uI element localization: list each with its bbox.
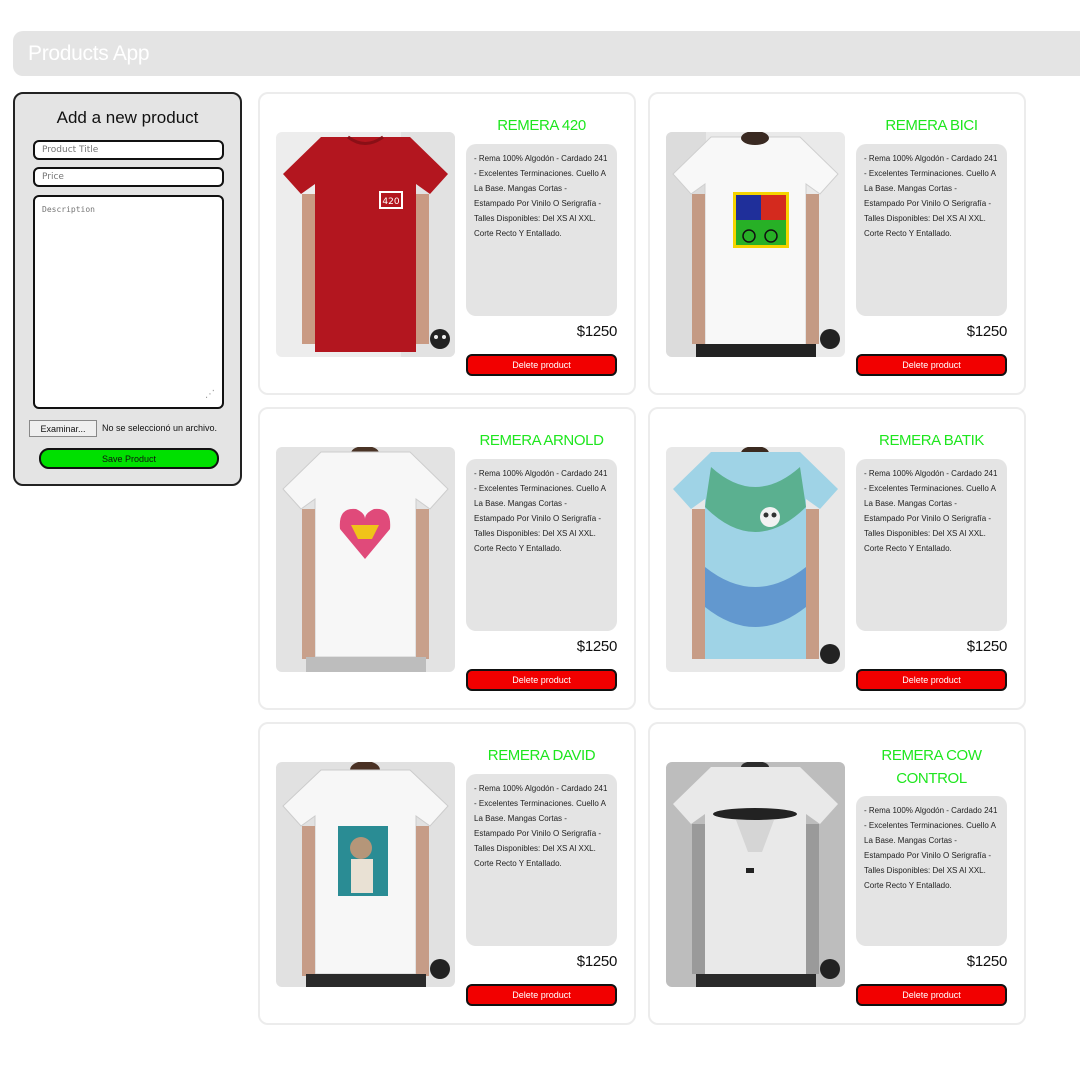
product-title: REMERA BATIK	[879, 432, 984, 449]
product-card: REMERA ARNOLD - Rema 100% Algodón - Card…	[258, 407, 636, 710]
tshirt-photo-icon	[666, 447, 845, 672]
product-price: $1250	[966, 323, 1008, 340]
add-product-form: Add a new product ⋰ Examinar... No se se…	[13, 92, 242, 486]
product-title: REMERA DAVID	[487, 747, 596, 764]
product-price: $1250	[966, 638, 1008, 655]
product-price: $1250	[576, 638, 618, 655]
delete-product-button[interactable]: Delete product	[856, 669, 1007, 691]
product-title: REMERA 420	[497, 117, 586, 134]
product-title: REMERA BICI	[885, 117, 978, 134]
product-image	[666, 132, 845, 357]
app-title: Products App	[28, 41, 150, 65]
delete-product-button[interactable]: Delete product	[466, 354, 617, 376]
tshirt-photo-icon	[666, 132, 845, 357]
price-input[interactable]	[33, 167, 224, 187]
product-title: REMERA ARNOLD	[479, 432, 604, 449]
product-card: REMERA BATIK - Rema 100% Algodón - Carda…	[648, 407, 1026, 710]
product-card: REMERA DAVID - Rema 100% Algodón - Carda…	[258, 722, 636, 1025]
product-image	[666, 762, 845, 987]
svg-text:420: 420	[382, 197, 399, 207]
product-image	[276, 447, 455, 672]
tshirt-photo-icon	[276, 762, 455, 987]
product-price: $1250	[576, 953, 618, 970]
product-description: - Rema 100% Algodón - Cardado 241 - Exce…	[466, 459, 617, 631]
product-title-input[interactable]	[33, 140, 224, 160]
product-description: - Rema 100% Algodón - Cardado 241 - Exce…	[856, 144, 1007, 316]
product-card: 420 REMERA 420 - Rema 100% Algodón - Car…	[258, 92, 636, 395]
app-header: Products App	[13, 31, 1080, 76]
tshirt-photo-icon: 420	[276, 132, 455, 357]
file-status-text: No se seleccionó un archivo.	[102, 423, 218, 433]
product-title: REMERA COW CONTROL	[881, 747, 982, 787]
product-price: $1250	[966, 953, 1008, 970]
tshirt-photo-icon	[666, 762, 845, 987]
product-description: - Rema 100% Algodón - Cardado 241 - Exce…	[856, 459, 1007, 631]
product-image: 420	[276, 132, 455, 357]
product-description: - Rema 100% Algodón - Cardado 241 - Exce…	[466, 144, 617, 316]
save-product-button[interactable]: Save Product	[39, 448, 219, 469]
product-card: REMERA COW CONTROL - Rema 100% Algodón -…	[648, 722, 1026, 1025]
resize-grip-icon[interactable]: ⋰	[205, 390, 215, 400]
form-heading: Add a new product	[56, 108, 199, 127]
tshirt-photo-icon	[276, 447, 455, 672]
product-description: - Rema 100% Algodón - Cardado 241 - Exce…	[466, 774, 617, 946]
product-description: - Rema 100% Algodón - Cardado 241 - Exce…	[856, 796, 1007, 946]
product-image	[666, 447, 845, 672]
description-textarea[interactable]	[33, 195, 224, 409]
product-card: REMERA BICI - Rema 100% Algodón - Cardad…	[648, 92, 1026, 395]
file-choose-button[interactable]: Examinar...	[29, 420, 97, 437]
product-image	[276, 762, 455, 987]
product-price: $1250	[576, 323, 618, 340]
delete-product-button[interactable]: Delete product	[856, 354, 1007, 376]
delete-product-button[interactable]: Delete product	[466, 669, 617, 691]
delete-product-button[interactable]: Delete product	[466, 984, 617, 1006]
delete-product-button[interactable]: Delete product	[856, 984, 1007, 1006]
